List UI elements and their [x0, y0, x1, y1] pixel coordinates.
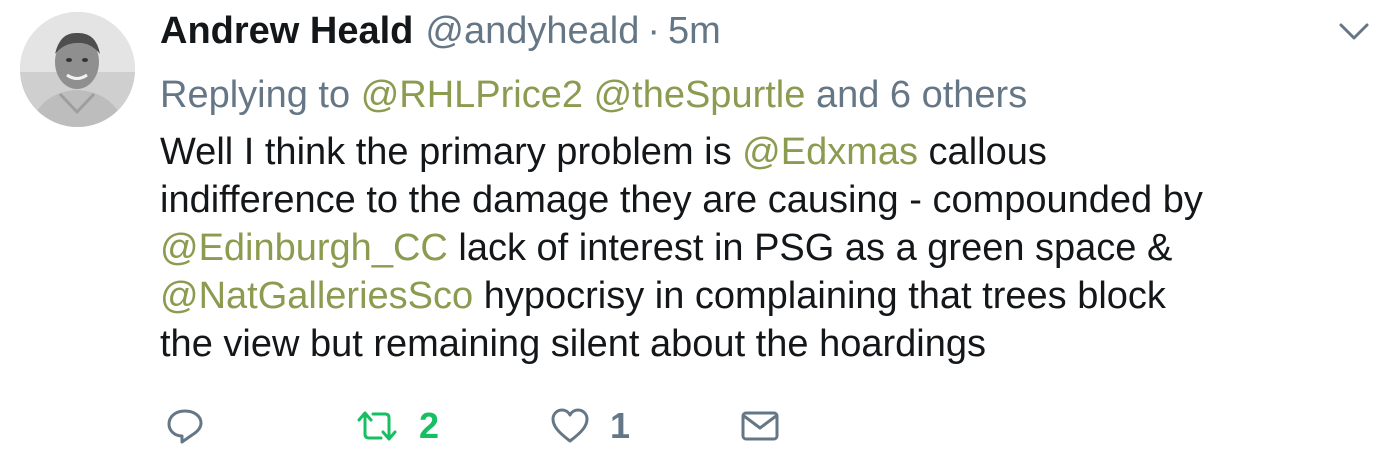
mention-link[interactable]: @NatGalleriesSco: [160, 275, 473, 317]
like-count: 1: [610, 405, 631, 446]
text-segment: Well I think the primary problem is: [160, 131, 743, 173]
like-button[interactable]: 1: [550, 405, 740, 447]
tweet-content: Andrew Heald @andyheald · 5m Replying to…: [160, 10, 1370, 368]
mention-link[interactable]: @Edxmas: [742, 131, 918, 173]
mention-link[interactable]: @Edinburgh_CC: [160, 227, 448, 269]
chevron-down-icon[interactable]: [1338, 20, 1370, 44]
retweet-count: 2: [419, 405, 440, 446]
mention-link[interactable]: @RHLPrice2: [361, 74, 583, 116]
tweet-text: Well I think the primary problem is @Edx…: [160, 128, 1375, 368]
replying-prefix: Replying to: [160, 74, 351, 116]
tweet-actions: 2 1: [165, 404, 780, 448]
direct-message-button[interactable]: [740, 409, 780, 443]
text-segment: lack of interest in PSG as a green space…: [447, 227, 1173, 269]
tweet-line: @NatGalleriesSco hypocrisy in complainin…: [160, 272, 1375, 320]
mention-link[interactable]: @theSpurtle: [594, 74, 806, 116]
text-segment: callous: [918, 131, 1047, 173]
retweet-button[interactable]: 2: [355, 405, 550, 447]
avatar[interactable]: [20, 12, 135, 127]
separator-dot: ·: [647, 10, 661, 52]
timestamp[interactable]: 5m: [668, 10, 721, 53]
reply-button[interactable]: [165, 406, 355, 446]
replying-others[interactable]: and 6 others: [816, 74, 1027, 116]
retweet-icon: [357, 411, 397, 441]
username[interactable]: @andyheald: [425, 10, 639, 53]
text-segment: hypocrisy in complaining that trees bloc…: [473, 275, 1166, 317]
reply-icon: [167, 409, 203, 444]
tweet-line: Well I think the primary problem is @Edx…: [160, 128, 1375, 176]
avatar-image: [20, 12, 135, 127]
tweet: Andrew Heald @andyheald · 5m Replying to…: [0, 0, 1388, 462]
envelope-icon: [741, 411, 779, 441]
tweet-line: @Edinburgh_CC lack of interest in PSG as…: [160, 224, 1375, 272]
tweet-line: the view but remaining silent about the …: [160, 323, 986, 365]
heart-icon: [551, 408, 589, 443]
tweet-line: indifference to the damage they are caus…: [160, 179, 1203, 221]
tweet-header: Andrew Heald @andyheald · 5m: [160, 10, 1370, 60]
display-name[interactable]: Andrew Heald: [160, 10, 413, 53]
replying-to: Replying to @RHLPrice2 @theSpurtle and 6…: [160, 72, 1370, 118]
